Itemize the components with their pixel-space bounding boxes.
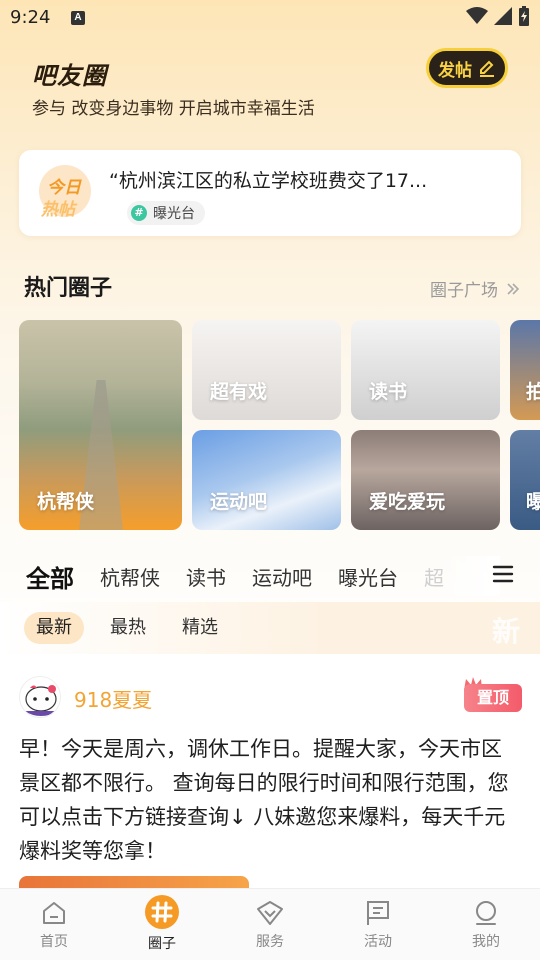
sort-watermark: 新 [491, 615, 520, 648]
nav-circle-label: 圈子 [148, 936, 176, 952]
nav-activity[interactable]: 活动 [324, 889, 432, 960]
status-time: 9:24 [10, 7, 51, 28]
avatar[interactable] [19, 676, 61, 718]
circle-tile-label: 杭帮侠 [37, 491, 95, 513]
brand-title: 吧友圈 [32, 62, 107, 90]
hash-icon: # [131, 205, 147, 221]
hot-post-card[interactable]: 今日 热帖 “杭州滨江区的私立学校班费交了17... # 曝光台 [19, 150, 521, 236]
tab-all[interactable]: 全部 [26, 559, 76, 596]
status-bar: 9:24 A [0, 0, 540, 36]
tab-dushu[interactable]: 读书 [186, 562, 226, 591]
circle-tile-label: 拍 [526, 381, 540, 403]
circle-tile-label: 超有戏 [210, 381, 268, 403]
nav-circle[interactable]: 圈子 [108, 889, 216, 960]
flag-icon [367, 901, 389, 925]
circle-tile-chaoyouxi[interactable]: 超有戏 [192, 320, 341, 420]
menu-icon[interactable] [492, 565, 514, 583]
hot-post-tag-label: 曝光台 [153, 206, 195, 222]
tab-yundongba[interactable]: 运动吧 [252, 562, 312, 591]
pencil-icon [480, 60, 494, 77]
service-icon [257, 901, 283, 925]
nav-activity-label: 活动 [364, 934, 392, 950]
double-chevron-right-icon [507, 282, 520, 295]
circle-hash-icon [145, 895, 179, 929]
circle-plaza-link[interactable]: 圈子广场 [430, 276, 520, 301]
circle-tile-hangbangxia[interactable]: 杭帮侠 [19, 320, 182, 530]
sort-latest[interactable]: 最新 [24, 612, 84, 644]
hot-circles-title: 热门圈子 [21, 270, 119, 308]
circle-tile-aichiaiwan[interactable]: 爱吃爱玩 [351, 430, 500, 530]
category-tabs: 全部 杭帮侠 读书 运动吧 曝光台 超 [26, 558, 470, 596]
post-button[interactable]: 发帖 [426, 48, 508, 88]
battery-icon [519, 6, 529, 26]
sort-hottest[interactable]: 最热 [98, 612, 158, 644]
nav-profile[interactable]: 我的 [432, 889, 540, 960]
circle-tile-label: 读书 [369, 381, 408, 403]
header-subtitle: 参与 改变身边事物 开启城市幸福生活 [32, 99, 315, 119]
status-icons [466, 6, 530, 26]
bottom-nav: 首页 圈子 服务 活动 我的 [0, 888, 540, 960]
avatar-image [20, 677, 60, 717]
circle-tile-dushu[interactable]: 读书 [351, 320, 500, 420]
circle-plaza-label: 圈子广场 [430, 281, 498, 301]
nav-home[interactable]: 首页 [0, 889, 108, 960]
hot-badge-line2: 热帖 [41, 200, 75, 220]
nav-home-label: 首页 [40, 934, 68, 950]
status-a-icon: A [71, 11, 85, 25]
circle-tile-partial-bottom[interactable]: 曝 [510, 430, 540, 530]
post-username[interactable]: 918夏夏 [74, 684, 152, 713]
tab-hangbangxia[interactable]: 杭帮侠 [100, 562, 160, 591]
today-hot-badge: 今日 热帖 [39, 165, 91, 221]
nav-service[interactable]: 服务 [216, 889, 324, 960]
circle-tile-label: 运动吧 [210, 491, 268, 513]
circle-tile-partial-top[interactable]: 拍 [510, 320, 540, 420]
nav-service-label: 服务 [256, 934, 284, 950]
post-body: 早！今天是周六，调休工作日。提醒大家，今天市区景区都不限行。 查询每日的限行时间… [19, 737, 509, 863]
circle-tile-label: 爱吃爱玩 [369, 491, 446, 513]
signal-icon [494, 7, 512, 25]
pinned-label: 置顶 [464, 684, 522, 712]
circle-tile-label: 曝 [526, 491, 540, 513]
hot-post-title: “杭州滨江区的私立学校班费交了17... [109, 170, 428, 192]
post-button-label: 发帖 [438, 60, 472, 81]
hot-post-tag[interactable]: # 曝光台 [127, 201, 205, 225]
nav-profile-label: 我的 [472, 934, 500, 950]
tab-baoguangtai[interactable]: 曝光台 [338, 562, 398, 591]
tabs-fade-overlay [440, 556, 500, 596]
sort-featured[interactable]: 精选 [170, 612, 230, 644]
pinned-badge: 置顶 [462, 676, 522, 714]
home-icon [43, 902, 65, 924]
wifi-icon [466, 7, 488, 24]
profile-icon [476, 901, 496, 925]
circle-tile-yundongba[interactable]: 运动吧 [192, 430, 341, 530]
